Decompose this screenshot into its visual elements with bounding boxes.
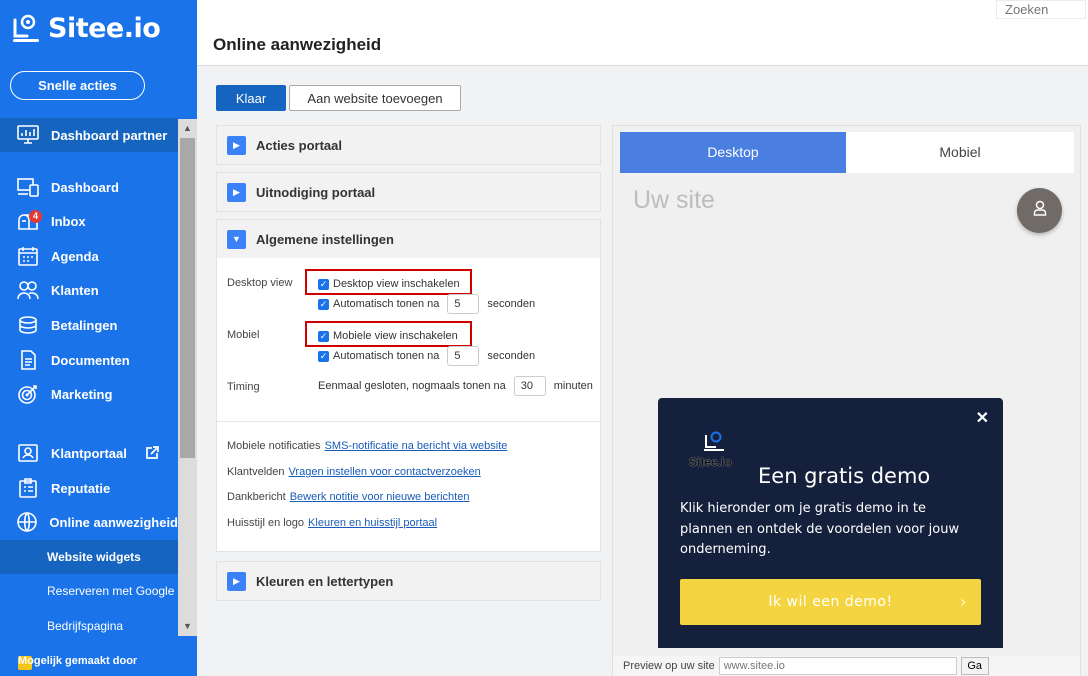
mobile-label: Mobiel: [227, 329, 260, 341]
contact-questions-link[interactable]: Vragen instellen voor contactverzoeken: [289, 466, 481, 478]
sidebar-item-marketing[interactable]: Marketing: [0, 377, 178, 411]
made-by-text: Mogelijk gemaakt door: [18, 655, 138, 667]
quick-actions-button[interactable]: Snelle acties: [10, 71, 145, 100]
mobile-seconds-input[interactable]: 5: [447, 346, 480, 366]
search-input[interactable]: [996, 0, 1086, 19]
timing-row: Eenmaal gesloten, nogmaals tonen na 30 m…: [318, 376, 593, 396]
preview-footer: Preview op uw site Ga: [613, 656, 1080, 676]
logo-icon: [13, 14, 39, 42]
timing-minutes-input[interactable]: 30: [513, 376, 546, 396]
page-title: Online aanwezigheid: [213, 35, 382, 54]
demo-text: Klik hieronder om je gratis demo in te p…: [680, 501, 960, 557]
target-icon: [15, 383, 41, 405]
sidebar-item-documenten[interactable]: Documenten: [0, 343, 178, 377]
checkbox-checked-icon: ✓: [318, 278, 329, 290]
desktop-view-label: Desktop view: [227, 277, 293, 289]
sidebar-item-klanten[interactable]: Klanten: [0, 273, 178, 307]
top-bar: Online aanwezigheid: [197, 0, 1088, 66]
done-button[interactable]: Klaar: [216, 85, 286, 111]
settings-divider: [217, 421, 600, 422]
demo-request-button[interactable]: Ik wil een demo! ›: [680, 579, 981, 625]
sidebar-subitem-website-widgets[interactable]: Website widgets: [0, 540, 178, 574]
mobile-enable-checkbox[interactable]: ✓ Mobiele view inschakelen: [318, 330, 458, 342]
preview-url-input[interactable]: [718, 657, 957, 675]
clipboard-list-icon: [15, 477, 41, 499]
go-button[interactable]: Ga: [960, 657, 989, 675]
sidebar-item-dashboard[interactable]: Dashboard: [0, 170, 178, 204]
accordion-actions-portal[interactable]: ▶ Acties portaal: [216, 125, 601, 165]
desktop-seconds-input[interactable]: 5: [447, 294, 480, 314]
link-row-thank-you: Dankbericht Bewerk notitie voor nieuwe be…: [227, 491, 470, 503]
expand-icon: ▶: [227, 571, 246, 591]
sidebar-item-betalingen[interactable]: Betalingen: [0, 308, 178, 342]
demo-logo-icon: [701, 429, 727, 458]
calendar-icon: [15, 245, 41, 267]
sidebar-item-inbox[interactable]: 4 Inbox: [0, 204, 178, 238]
sms-notification-link[interactable]: SMS-notificatie na bericht via website: [325, 440, 508, 452]
desktop-enable-checkbox[interactable]: ✓ Desktop view inschakelen: [318, 278, 460, 290]
sidebar-subitem-bedrijfspagina[interactable]: Bedrijfspagina: [0, 609, 178, 643]
site-placeholder: Uw site: [633, 186, 715, 214]
checkbox-checked-icon: ✓: [318, 350, 329, 362]
external-link-icon[interactable]: [145, 446, 159, 460]
branding-portal-link[interactable]: Kleuren en huisstijl portaal: [308, 517, 437, 529]
globe-icon: [15, 511, 39, 533]
link-row-branding: Huisstijl en logo Kleuren en huisstijl po…: [227, 517, 438, 529]
demo-title: Een gratis demo: [758, 464, 931, 488]
desktop-auto-show-checkbox[interactable]: ✓ Automatisch tonen na 5 seconden: [318, 294, 535, 314]
sidebar-item-dashboard-partner[interactable]: Dashboard partner: [0, 118, 178, 152]
tab-desktop[interactable]: Desktop: [620, 132, 846, 173]
timing-label: Timing: [227, 381, 260, 393]
tab-mobile[interactable]: Mobiel: [846, 132, 1074, 173]
sidebar-item-online-aanwezigheid[interactable]: Online aanwezigheid: [0, 505, 178, 539]
users-icon: [15, 279, 41, 301]
demo-logo-text: Sitee.io: [689, 455, 732, 469]
logo-text: Sitee.io: [48, 12, 161, 44]
portal-icon: [15, 442, 41, 464]
sidebar: Sitee.io Snelle acties Dashboard partner…: [0, 0, 197, 676]
sidebar-item-agenda[interactable]: Agenda: [0, 239, 178, 273]
mobile-auto-show-checkbox[interactable]: ✓ Automatisch tonen na 5 seconden: [318, 346, 535, 366]
scroll-down-icon[interactable]: ▼: [178, 618, 197, 635]
link-row-notifications: Mobiele notificaties SMS-notificatie na b…: [227, 440, 508, 452]
sidebar-scroll-thumb[interactable]: [180, 138, 195, 458]
edit-note-link[interactable]: Bewerk notitie voor nieuwe berichten: [290, 491, 470, 503]
devices-icon: [15, 176, 41, 198]
close-icon[interactable]: ✕: [976, 408, 989, 428]
checkbox-checked-icon: ✓: [318, 330, 329, 342]
link-row-customer-fields: Klantvelden Vragen instellen voor contact…: [227, 466, 481, 478]
accordion-invite-portal[interactable]: ▶ Uitnodiging portaal: [216, 172, 601, 212]
coins-icon: [15, 314, 41, 336]
demo-popup: ✕ Sitee.io Een gratis demo Klik hieronde…: [658, 398, 1003, 648]
sidebar-subitem-reserveren[interactable]: Reserveren met Google: [0, 574, 178, 608]
scroll-up-icon[interactable]: ▲: [178, 120, 197, 137]
expand-icon: ▶: [227, 182, 246, 202]
add-to-website-button[interactable]: Aan website toevoegen: [289, 85, 461, 111]
user-icon: [1033, 200, 1047, 221]
inbox-badge: 4: [29, 210, 42, 223]
monitor-chart-icon: [15, 124, 41, 146]
accordion-colors-fonts[interactable]: ▶ Kleuren en lettertypen: [216, 561, 601, 601]
accordion-general-settings[interactable]: ▼ Algemene instellingen: [216, 219, 601, 259]
logo[interactable]: Sitee.io: [10, 12, 161, 44]
checkbox-checked-icon: ✓: [318, 298, 329, 310]
expand-icon: ▶: [227, 135, 246, 155]
sidebar-item-klantportaal[interactable]: Klantportaal: [0, 436, 178, 470]
document-icon: [15, 349, 41, 371]
sidebar-item-reputatie[interactable]: Reputatie: [0, 471, 178, 505]
widget-avatar[interactable]: [1017, 188, 1062, 233]
chevron-right-icon: ›: [960, 592, 967, 611]
collapse-icon: ▼: [227, 229, 246, 249]
